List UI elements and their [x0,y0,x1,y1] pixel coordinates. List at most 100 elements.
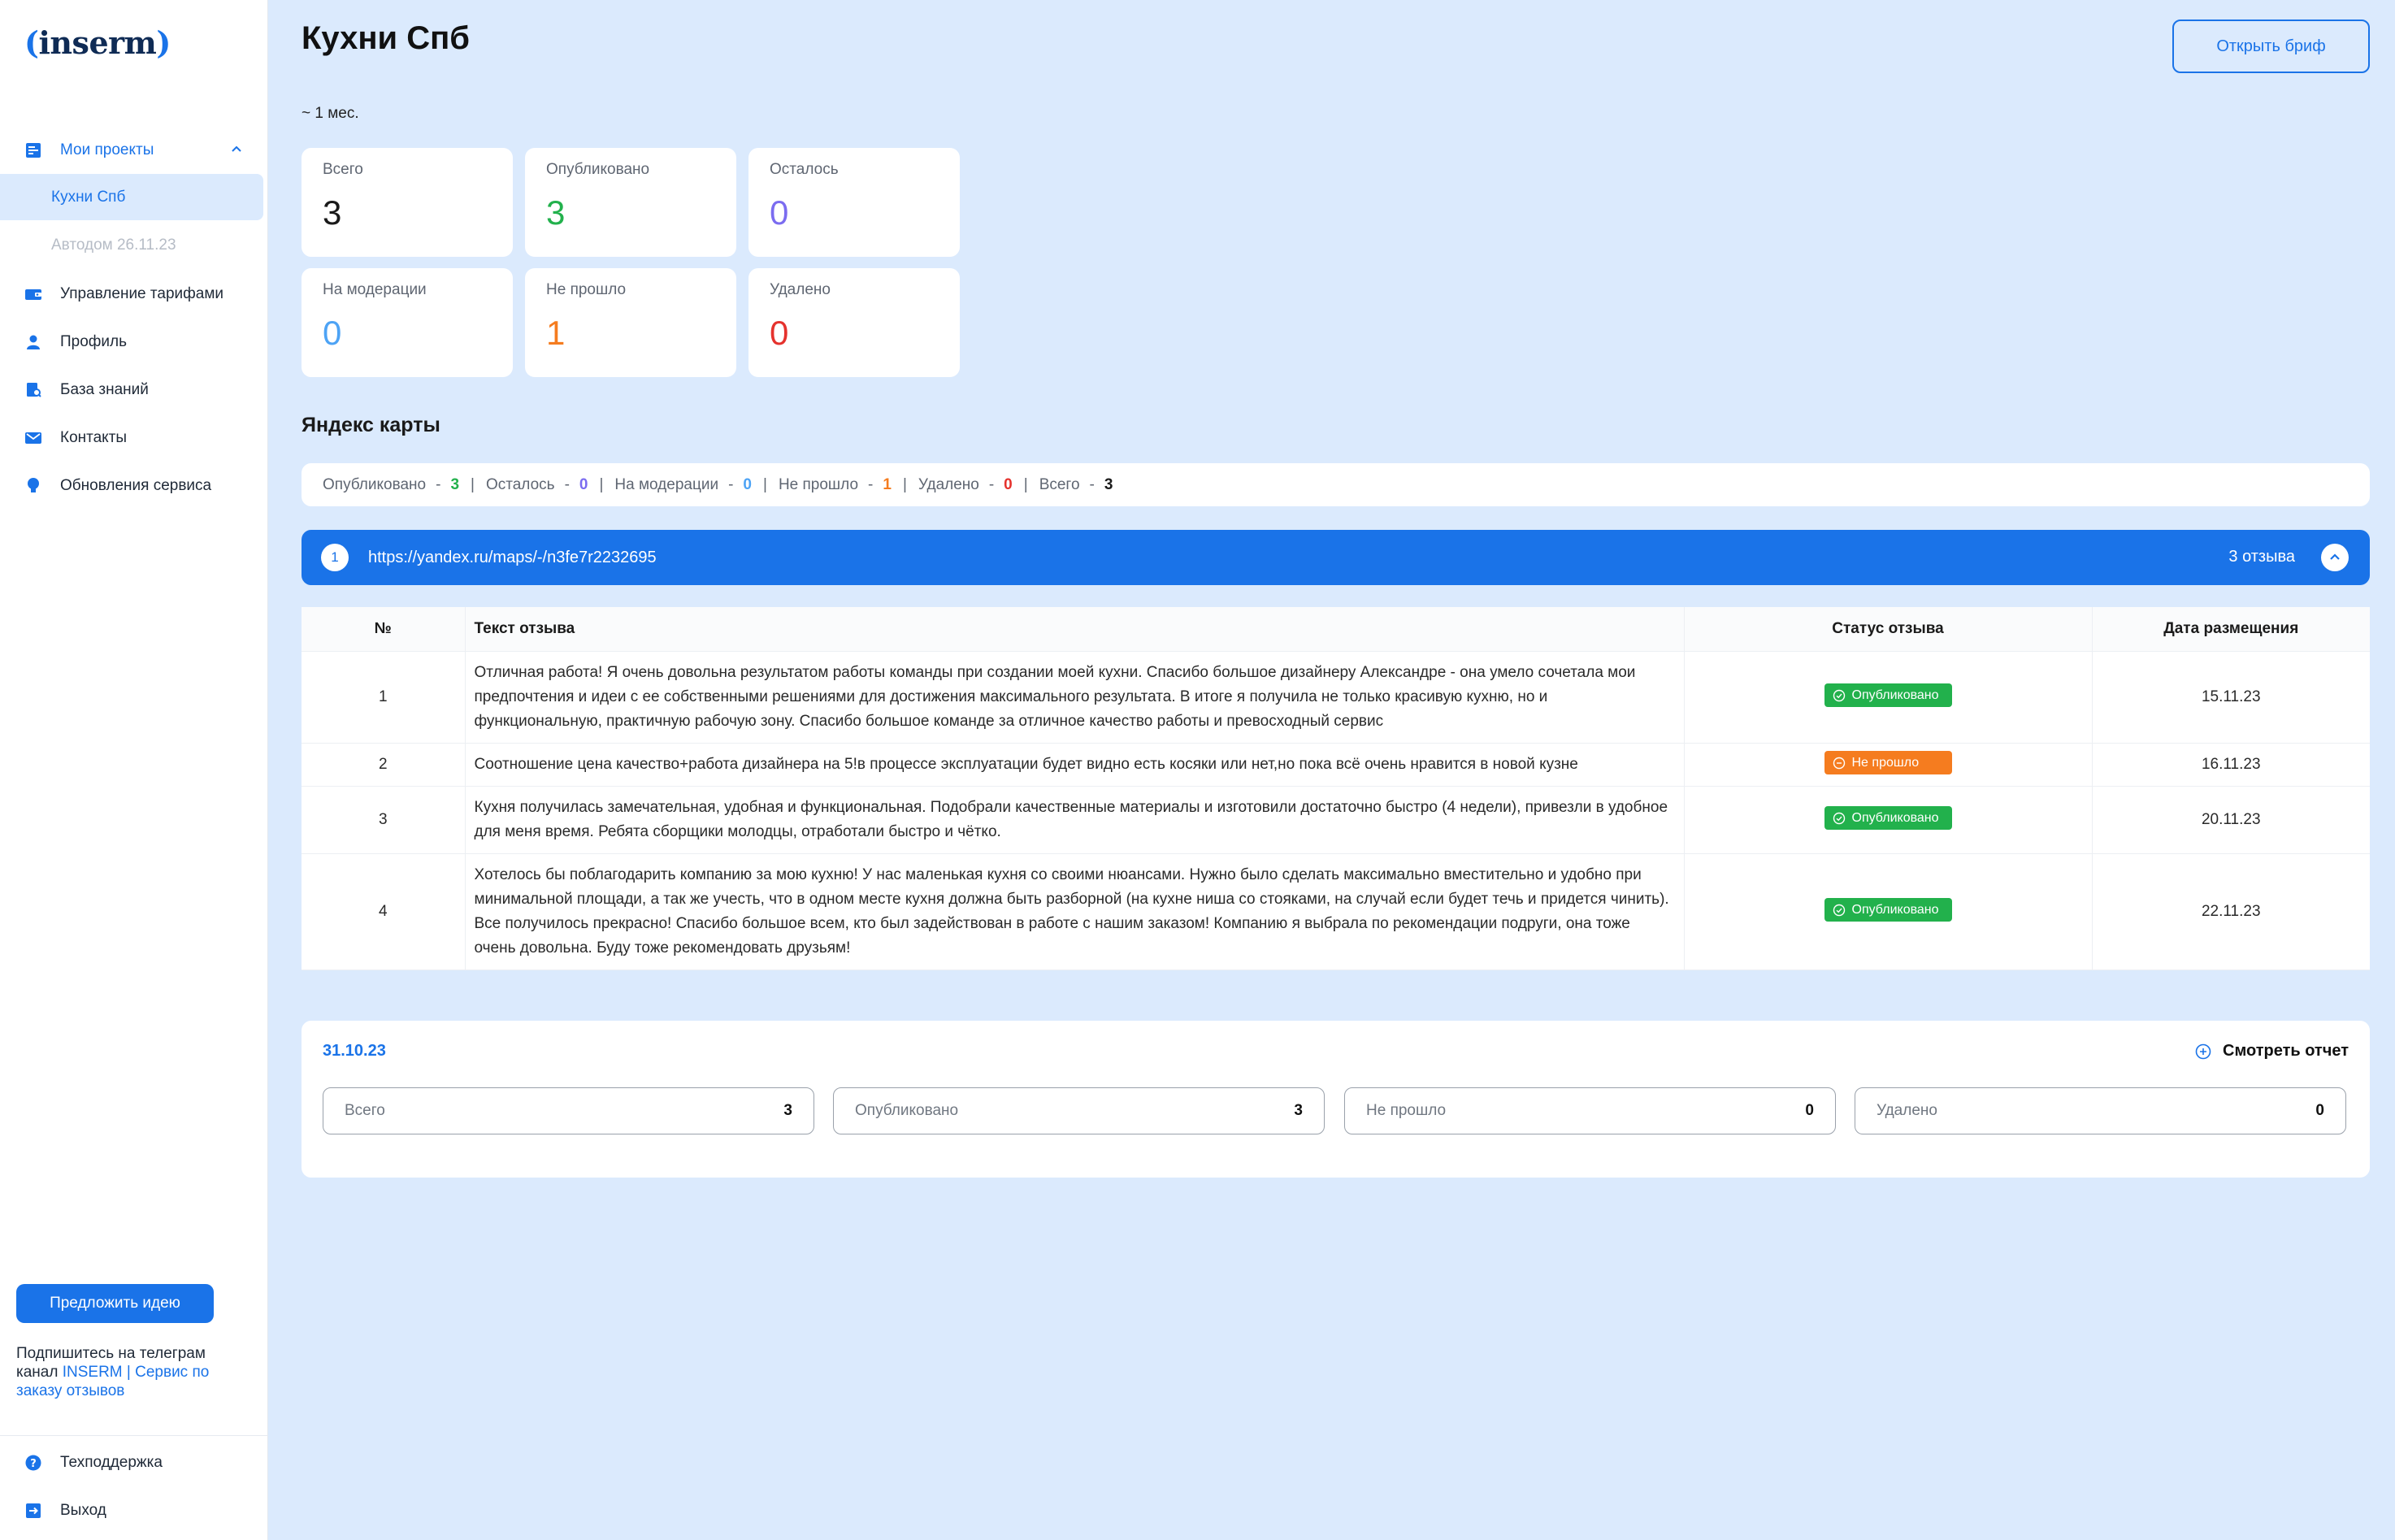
view-report-button[interactable]: Смотреть отчет [2195,1042,2349,1061]
collapse-toggle[interactable] [2321,544,2349,571]
stat-label: Всего [323,161,363,178]
wallet-icon [24,285,42,303]
stat-card-total: Всего 3 [302,148,513,257]
table-row: 2 Соотношение цена качество+работа дизай… [302,743,2370,787]
check-circle-icon [1833,689,1845,701]
sidebar-item-tariffs[interactable]: Управление тарифами [0,270,268,318]
column-header-date: Дата размещения [2092,607,2370,652]
summary-value: 3 [450,475,460,493]
link-accordion-header[interactable]: 1 https://yandex.ru/maps/-/n3fe7r2232695… [302,530,2370,585]
logo-paren-right: ) [156,24,171,61]
sidebar-subitem-label: Кухни Спб [51,188,126,206]
summary-separator: | [902,475,907,493]
sidebar-item-knowledge-base[interactable]: База знаний [0,366,268,414]
summary-dash: - [728,475,734,493]
report-box-label: Опубликовано [855,1102,959,1119]
summary-value: 3 [1104,475,1113,493]
column-header-num: № [302,607,466,652]
status-badge-label: Опубликовано [1851,810,1939,825]
table-row: 4 Хотелось бы поблагодарить компанию за … [302,853,2370,970]
date-cell: 20.11.23 [2092,786,2370,854]
plus-circle-icon [2195,1043,2211,1059]
sidebar-item-my-projects[interactable]: Мои проекты [0,126,268,174]
report-box-rejected: Не прошло 0 [1344,1087,1836,1134]
summary-dash: - [988,475,995,493]
telegram-subscribe-text: Подпишитесь на телеграм канал INSERM | С… [16,1344,236,1400]
sidebar-item-logout[interactable]: Выход [0,1486,268,1534]
mail-icon [24,429,42,447]
sidebar-item-support[interactable]: ? Техподдержка [0,1438,268,1486]
stat-value: 1 [546,314,566,352]
summary-value: 0 [1004,475,1013,493]
stat-label: На модерации [323,281,427,298]
report-box-label: Не прошло [1366,1102,1447,1119]
report-card: 31.10.23 Смотреть отчет Всего 3 Опублико… [302,1021,2370,1178]
review-count: 3 отзыва [2228,548,2295,566]
report-box-published: Опубликовано 3 [833,1087,1325,1134]
row-number: 3 [302,786,466,854]
status-badge: Опубликовано [1824,806,1952,831]
stat-label: Опубликовано [546,161,650,178]
status-cell: Опубликовано [1684,651,2093,744]
knowledge-base-icon [24,381,42,399]
status-badge-label: Не прошло [1851,755,1920,770]
date-cell: 22.11.23 [2092,853,2370,970]
sidebar-subitem-kitchens[interactable]: Кухни Спб [0,174,263,220]
sidebar-item-label: Профиль [60,332,128,350]
stat-card-rejected: Не прошло 1 [525,268,736,377]
date-cell: 16.11.23 [2092,743,2370,787]
sidebar-subitem-autohome[interactable]: Автодом 26.11.23 [0,222,263,268]
logo[interactable]: (inserm) [24,24,171,61]
sidebar-bottom-nav: ? Техподдержка Выход [0,1438,268,1534]
stat-value: 3 [546,193,566,232]
chevron-up-icon[interactable] [229,142,244,157]
sidebar-item-updates[interactable]: Обновления сервиса [0,462,268,510]
logout-icon [24,1502,42,1520]
user-icon [24,333,42,351]
minus-circle-icon [1833,757,1845,769]
sidebar-item-label: База знаний [60,380,149,398]
page-title: Кухни Спб [302,20,471,56]
summary-value: 0 [743,475,752,493]
report-box-value: 0 [2315,1102,2324,1119]
report-box-label: Всего [345,1102,385,1119]
summary-separator: | [599,475,604,493]
summary-dash: - [436,475,441,493]
sidebar-item-label: Контакты [60,428,128,446]
sidebar-item-label: Выход [60,1501,106,1519]
platform-title: Яндекс карты [302,414,440,436]
help-icon: ? [24,1454,42,1472]
open-brief-button[interactable]: Открыть бриф [2172,20,2370,73]
report-box-value: 3 [1294,1102,1303,1119]
stat-value: 0 [770,314,789,352]
period-label: ~ 1 мес. [302,105,359,122]
status-badge-label: Опубликовано [1851,902,1939,917]
status-cell: Опубликовано [1684,853,2093,970]
check-circle-icon [1833,812,1845,824]
logo-paren-left: ( [24,24,39,61]
row-number[interactable]: 1 [302,651,466,744]
suggest-idea-button[interactable]: Предложить идею [16,1284,214,1323]
check-circle-icon [1833,904,1845,916]
projects-icon [24,141,42,159]
sidebar-item-label: Мои проекты [60,141,154,158]
report-date: 31.10.23 [323,1042,386,1060]
sidebar-item-label: Техподдержка [60,1453,163,1471]
link-url[interactable]: https://yandex.ru/maps/-/n3fe7r2232695 [368,549,657,567]
sidebar-subitem-label: Автодом 26.11.23 [51,236,176,254]
status-badge: Не прошло [1824,751,1952,775]
summary-dash: - [1089,475,1095,493]
column-header-status: Статус отзыва [1684,607,2093,652]
sidebar-item-contacts[interactable]: Контакты [0,414,268,462]
reviews-table: № Текст отзыва Статус отзыва Дата размещ… [302,607,2370,970]
report-box-value: 3 [783,1102,792,1119]
sidebar: (inserm) Мои проекты Кухни Спб Автодом 2… [0,0,268,1540]
report-box-total: Всего 3 [323,1087,814,1134]
stat-value: 0 [770,193,789,232]
review-text: Соотношение цена качество+работа дизайне… [465,743,1685,787]
link-index-badge: 1 [321,544,349,571]
table-header-row: № Текст отзыва Статус отзыва Дата размещ… [302,607,2370,652]
sidebar-item-label: Обновления сервиса [60,476,212,494]
report-box-deleted: Удалено 0 [1855,1087,2346,1134]
sidebar-item-profile[interactable]: Профиль [0,318,268,366]
